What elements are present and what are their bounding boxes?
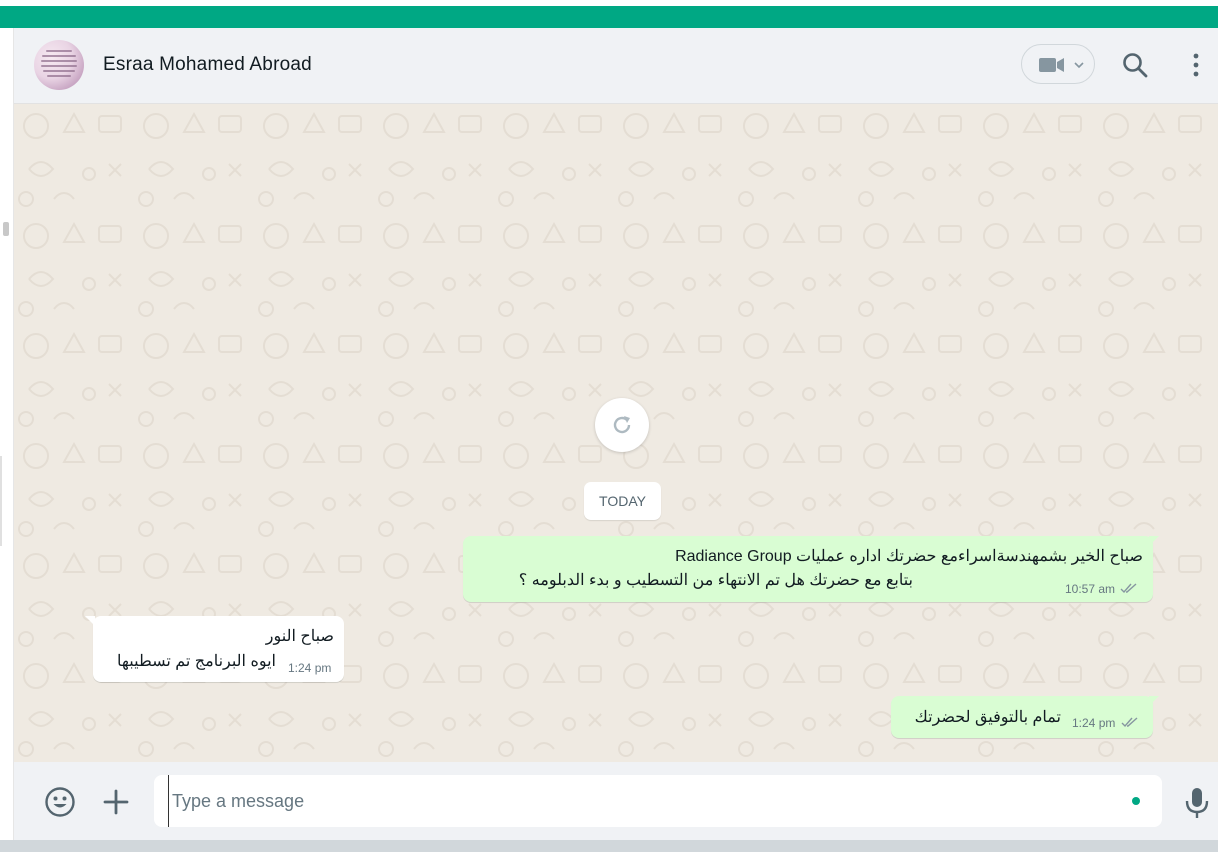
date-divider: TODAY <box>584 482 661 520</box>
message-time: 10:57 am <box>1065 582 1138 596</box>
message-line: تمام بالتوفيق لحضرتك <box>914 709 1061 726</box>
plus-icon[interactable] <box>102 788 130 816</box>
menu-icon[interactable] <box>1188 52 1204 78</box>
panel-divider <box>0 456 2 546</box>
contact-name[interactable]: Esraa Mohamed Abroad <box>103 54 312 76</box>
left-panel-edge <box>0 28 14 844</box>
video-call-button[interactable] <box>1021 44 1095 84</box>
chat-header: Esraa Mohamed Abroad <box>14 28 1218 104</box>
microphone-icon[interactable] <box>1182 786 1212 820</box>
refresh-icon <box>613 416 631 434</box>
accent-strip <box>0 6 1218 28</box>
outgoing-message[interactable]: تمام بالتوفيق لحضرتك 1:24 pm <box>891 696 1153 738</box>
avatar[interactable] <box>34 40 84 90</box>
message-line: صباح الخير بشمهندسةاسراءمع حضرتك اداره ع… <box>675 548 1143 565</box>
bubble-tail <box>1149 536 1159 546</box>
outgoing-message[interactable]: صباح الخير بشمهندسةاسراءمع حضرتك اداره ع… <box>463 536 1153 602</box>
message-input[interactable] <box>168 775 1108 827</box>
bottom-edge <box>0 840 1218 852</box>
bubble-tail <box>1149 696 1159 706</box>
chevron-down-icon <box>1074 62 1084 69</box>
read-receipt-icon <box>1121 717 1138 728</box>
emoji-icon[interactable] <box>44 786 76 818</box>
chat-panel: TODAY صباح الخير بشمهندسةاسراءمع حضرتك ا… <box>14 104 1218 762</box>
reload-button[interactable] <box>595 398 649 452</box>
message-line: صباح النور <box>265 628 334 645</box>
window-top-bar <box>0 0 1218 28</box>
read-receipt-icon <box>1120 583 1137 594</box>
message-line: بتابع مع حضرتك هل تم الانتهاء من التسطيب… <box>518 572 913 589</box>
message-time: 1:24 pm <box>288 661 332 675</box>
scrollbar-thumb[interactable] <box>3 222 9 236</box>
message-input-box[interactable] <box>154 775 1162 827</box>
message-time: 1:24 pm <box>1072 716 1139 730</box>
search-icon[interactable] <box>1122 52 1148 78</box>
message-composer <box>14 762 1218 840</box>
video-call-icon <box>1039 58 1064 72</box>
input-status-dot <box>1132 797 1140 805</box>
incoming-message[interactable]: صباح النور ايوه البرنامج تم تسطيبها 1:24… <box>93 616 344 682</box>
message-line: ايوه البرنامج تم تسطيبها <box>117 653 276 670</box>
bubble-tail <box>85 616 95 626</box>
